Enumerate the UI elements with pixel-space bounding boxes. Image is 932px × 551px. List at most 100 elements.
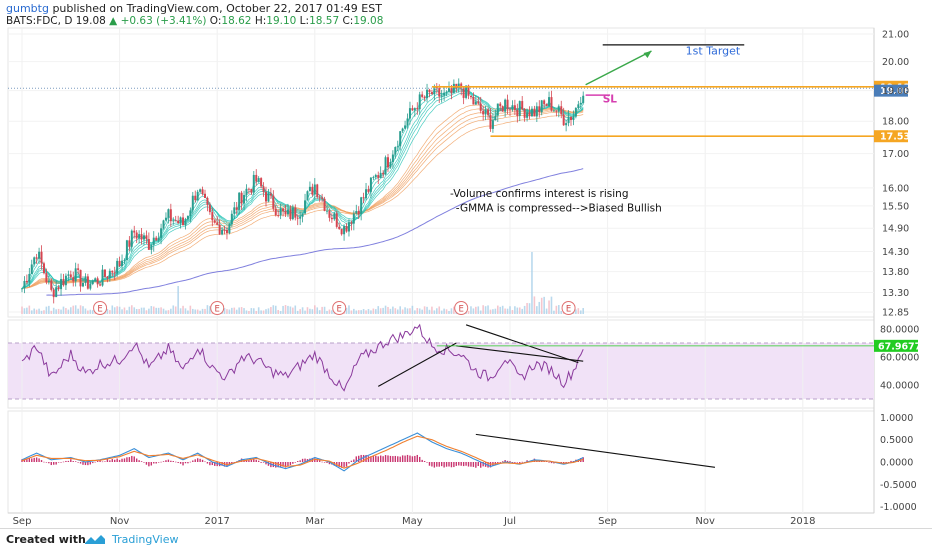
macd-histogram-bar bbox=[521, 461, 523, 463]
candle-body bbox=[396, 146, 399, 148]
volume-bar bbox=[348, 305, 350, 314]
volume-bar bbox=[577, 308, 580, 314]
volume-bar bbox=[189, 305, 192, 314]
candle-body bbox=[570, 116, 572, 121]
macd-histogram-bar bbox=[53, 462, 55, 465]
candle-body bbox=[382, 172, 385, 175]
author-link[interactable]: gumbtg bbox=[6, 2, 49, 15]
macd-histogram-bar bbox=[121, 458, 123, 462]
candle-body bbox=[445, 91, 448, 93]
footer: Created with TradingView bbox=[0, 528, 932, 551]
volume-bar bbox=[279, 310, 282, 314]
candle-body bbox=[277, 215, 280, 217]
macd-histogram-bar bbox=[389, 455, 392, 462]
macd-histogram-bar bbox=[96, 461, 99, 462]
volume-bar bbox=[414, 310, 416, 314]
macd-histogram-bar bbox=[472, 462, 475, 467]
candle-body bbox=[557, 106, 560, 112]
macd-histogram-bar bbox=[416, 454, 418, 462]
created-with-text: Created with bbox=[6, 533, 86, 546]
candle-body bbox=[25, 280, 28, 283]
volume-bar bbox=[282, 305, 284, 314]
volume-bar bbox=[448, 310, 450, 314]
candle-body bbox=[372, 177, 375, 179]
rsi-current-badge-label: 67.9677 bbox=[878, 341, 921, 352]
volume-bar bbox=[253, 308, 255, 314]
volume-bar bbox=[326, 310, 328, 314]
close-value: 19.08 bbox=[353, 15, 384, 27]
candle-body bbox=[538, 106, 541, 113]
volume-bar bbox=[526, 302, 528, 314]
volume-bar bbox=[272, 305, 275, 314]
volume-bar bbox=[360, 310, 362, 314]
volume-bar bbox=[555, 305, 558, 314]
earnings-marker-label: E bbox=[566, 305, 571, 315]
candle-body bbox=[152, 237, 155, 245]
candle-body bbox=[526, 112, 529, 118]
macd-histogram-bar bbox=[326, 462, 328, 463]
x-tick-label: Nov bbox=[695, 516, 715, 527]
macd-histogram-bar bbox=[38, 458, 40, 462]
candle-body bbox=[350, 222, 353, 224]
tradingview-link[interactable]: TradingView bbox=[112, 533, 178, 546]
volume-bar bbox=[406, 308, 409, 314]
macd-y-tick-label: 0.5000 bbox=[880, 435, 913, 446]
volume-bar bbox=[423, 306, 426, 314]
candle-body bbox=[247, 188, 250, 190]
price-y-tick-label: 16.00 bbox=[882, 183, 909, 194]
candle-body bbox=[64, 275, 67, 286]
candle-body bbox=[208, 204, 211, 213]
candle-body bbox=[496, 103, 499, 116]
candle-body bbox=[218, 224, 221, 235]
candle-body bbox=[301, 213, 304, 217]
volume-bar bbox=[331, 310, 333, 314]
candle-body bbox=[450, 88, 453, 93]
candle-body bbox=[472, 97, 475, 105]
candle-body bbox=[418, 94, 421, 110]
macd-histogram-bar bbox=[209, 462, 211, 466]
candle-body bbox=[399, 131, 402, 147]
volume-bar bbox=[182, 305, 184, 314]
volume-bar bbox=[111, 305, 114, 314]
volume-bar bbox=[262, 310, 265, 314]
candle-body bbox=[530, 108, 533, 117]
candle-body bbox=[50, 280, 53, 290]
candle-body bbox=[365, 189, 368, 199]
candle-body bbox=[101, 269, 104, 286]
candle-body bbox=[443, 92, 446, 96]
candle-body bbox=[238, 192, 241, 210]
volume-bar bbox=[57, 308, 60, 314]
gmma-note-annotation: -GMMA is compressed-->Biased Bullish bbox=[456, 202, 662, 214]
macd-histogram-bar bbox=[262, 462, 265, 463]
price-y-tick-label: 13.30 bbox=[882, 288, 909, 299]
macd-histogram-bar bbox=[257, 460, 260, 462]
chart: 19.1319.0817.53EEEEE 67.9677 SepNov2017M… bbox=[7, 27, 921, 527]
volume-bar bbox=[582, 308, 584, 314]
candle-body bbox=[223, 229, 226, 231]
candle-body bbox=[499, 103, 502, 107]
volume-bar bbox=[470, 306, 472, 314]
volume-bar bbox=[553, 310, 555, 314]
candle-body bbox=[94, 278, 97, 282]
macd-histogram-bar bbox=[350, 460, 353, 462]
macd-histogram-bar bbox=[445, 462, 448, 467]
candle-body bbox=[360, 197, 363, 215]
macd-histogram-bar bbox=[40, 460, 43, 462]
tradingview-logo-icon[interactable] bbox=[84, 533, 106, 545]
volume-bar bbox=[121, 309, 123, 314]
volume-bar bbox=[482, 305, 484, 314]
macd-histogram-bar bbox=[570, 460, 572, 462]
candle-body bbox=[540, 100, 543, 113]
macd-histogram-bar bbox=[201, 459, 204, 462]
volume-bar bbox=[372, 308, 375, 314]
volume-bar bbox=[118, 306, 121, 314]
candle-body bbox=[184, 219, 187, 226]
price-y-tick-label: 20.00 bbox=[882, 57, 909, 68]
candle-body bbox=[262, 186, 265, 192]
candle-body bbox=[416, 108, 419, 110]
macd-histogram-bar bbox=[345, 462, 348, 467]
candle-body bbox=[189, 210, 192, 217]
x-tick-label: Sep bbox=[598, 516, 617, 527]
macd-histogram-bar bbox=[87, 462, 89, 466]
macd-histogram-bar bbox=[94, 461, 96, 463]
